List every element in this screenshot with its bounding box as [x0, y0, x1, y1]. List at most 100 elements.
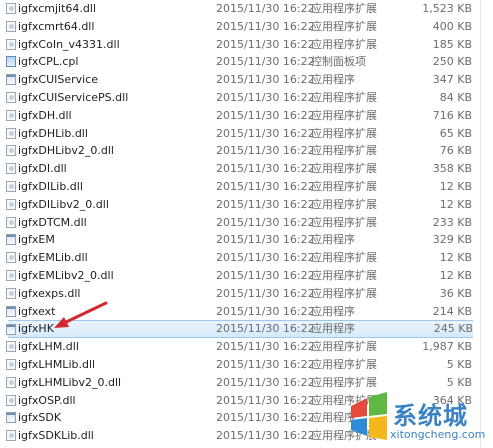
- file-row[interactable]: igfxcmjit64.dll 2015/11/30 16:22 应用程序扩展 1,5…: [0, 0, 493, 18]
- file-date: 2015/11/30 16:22: [216, 286, 315, 300]
- dll-file-icon: [6, 376, 16, 388]
- file-name: igfxOSP.dll: [18, 393, 76, 407]
- file-size: 84 KB: [439, 90, 472, 104]
- dll-file-icon: [6, 180, 16, 192]
- file-name: igfxLHM.dll: [18, 340, 79, 354]
- red-arrow-icon: [54, 301, 108, 328]
- file-row[interactable]: igfxCUIServicePS.dll 2015/11/30 16:22 应用程序…: [0, 89, 493, 107]
- dll-file-icon: [6, 358, 16, 370]
- file-row[interactable]: igfxDH.dll 2015/11/30 16:22 应用程序扩展 716 KB: [0, 107, 493, 125]
- file-size: 12 KB: [439, 179, 472, 193]
- file-row[interactable]: igfxEMLib.dll 2015/11/30 16:22 应用程序扩展 12 KB: [0, 249, 493, 267]
- dll-file-icon: [6, 109, 16, 121]
- file-type: 应用程序扩展: [311, 2, 377, 15]
- file-date: 2015/11/30 16:22: [216, 162, 315, 176]
- file-date: 2015/11/30 16:22: [216, 357, 315, 371]
- file-name: igfxEMLib.dll: [18, 251, 88, 265]
- watermark-url: xitongcheng.com: [390, 428, 486, 441]
- file-date: 2015/11/30 16:22: [216, 215, 315, 229]
- file-row[interactable]: igfxcmrt64.dll 2015/11/30 16:22 应用程序扩展 400 …: [0, 18, 493, 36]
- file-date: 2015/11/30 16:22: [216, 197, 315, 211]
- file-type: 应用程序扩展: [311, 215, 377, 229]
- file-type: 应用程序扩展: [311, 375, 377, 389]
- file-type: 应用程序扩展: [311, 179, 377, 193]
- file-date: 2015/11/30 16:22: [216, 304, 315, 318]
- file-name: igfxcmjit64.dll: [18, 2, 97, 15]
- file-row[interactable]: igfxDHLib.dll 2015/11/30 16:22 应用程序扩展 65 KB: [0, 125, 493, 143]
- column-divider: [480, 0, 481, 448]
- file-row[interactable]: igfxDTCM.dll 2015/11/30 16:22 应用程序扩展 233 KB: [0, 214, 493, 232]
- dll-file-icon: [6, 341, 16, 353]
- file-type: 应用程序扩展: [311, 126, 377, 140]
- file-type: 应用程序扩展: [311, 162, 377, 176]
- file-size: 5 KB: [446, 375, 472, 389]
- file-type: 应用程序扩展: [311, 251, 377, 265]
- site-watermark: 系统城 xitongcheng.com: [345, 390, 493, 448]
- dll-file-icon: [6, 216, 16, 228]
- file-size: 329 KB: [432, 233, 472, 247]
- dll-file-icon: [6, 430, 16, 442]
- file-row[interactable]: igfxDILib.dll 2015/11/30 16:22 应用程序扩展 12 KB: [0, 178, 493, 196]
- file-date: 2015/11/30 16:22: [216, 144, 315, 158]
- application-icon: [6, 234, 16, 246]
- file-list: igfxcmjit64.dll 2015/11/30 16:22 应用程序扩展 1,5…: [0, 0, 493, 445]
- file-row[interactable]: igfxDI.dll 2015/11/30 16:22 应用程序扩展 358 KB: [0, 160, 493, 178]
- watermark-text: 系统城: [393, 402, 468, 430]
- dll-file-icon: [6, 127, 16, 139]
- file-size: 76 KB: [439, 144, 472, 158]
- file-row[interactable]: igfxCPL.cpl 2015/11/30 16:22 控制面板项 250 KB: [0, 53, 493, 71]
- file-name: igfxSDKLib.dll: [18, 429, 94, 443]
- file-size: 400 KB: [432, 19, 472, 33]
- file-name: igfxCUIService: [18, 73, 99, 87]
- application-icon: [6, 74, 16, 86]
- file-date: 2015/11/30 16:22: [216, 375, 315, 389]
- application-icon: [6, 324, 16, 336]
- file-type: 应用程序扩展: [311, 268, 377, 282]
- dll-file-icon: [6, 91, 16, 103]
- file-date: 2015/11/30 16:22: [216, 393, 315, 407]
- file-name: igfxDTCM.dll: [18, 215, 87, 229]
- file-name: igfxLHMLib.dll: [18, 357, 96, 371]
- file-size: 185 KB: [432, 37, 472, 51]
- file-size: 1,987 KB: [422, 340, 472, 354]
- file-row[interactable]: igfxLHM.dll 2015/11/30 16:22 应用程序扩展 1,987 K…: [0, 338, 493, 356]
- file-name: igfxcmrt64.dll: [18, 19, 95, 33]
- file-name: igfxDHLibv2_0.dll: [18, 144, 114, 158]
- file-type: 应用程序扩展: [311, 144, 377, 158]
- file-name: igfxDHLib.dll: [18, 126, 88, 140]
- file-date: 2015/11/30 16:22: [216, 233, 315, 247]
- file-name: igfxDILib.dll: [18, 179, 83, 193]
- file-name: igfxCPL.cpl: [18, 55, 79, 69]
- file-date: 2015/11/30 16:22: [216, 108, 315, 122]
- file-date: 2015/11/30 16:22: [216, 55, 315, 69]
- file-type: 应用程序扩展: [311, 357, 377, 371]
- dll-file-icon: [6, 145, 16, 157]
- file-row[interactable]: igfxCUIService 2015/11/30 16:22 应用程序 347 KB: [0, 71, 493, 89]
- dll-file-icon: [6, 269, 16, 281]
- file-size: 36 KB: [439, 286, 472, 300]
- file-row[interactable]: igfxEMLibv2_0.dll 2015/11/30 16:22 应用程序扩展 1…: [0, 267, 493, 285]
- dll-file-icon: [6, 394, 16, 406]
- file-row[interactable]: igfxLHMLibv2_0.dll 2015/11/30 16:22 应用程序扩展…: [0, 374, 493, 392]
- file-type: 应用程序: [311, 304, 355, 318]
- file-name: igfxCoIn_v4331.dll: [18, 37, 120, 51]
- dll-file-icon: [6, 252, 16, 264]
- file-size: 716 KB: [432, 108, 472, 122]
- application-icon: [6, 412, 16, 424]
- file-type: 应用程序: [311, 233, 355, 247]
- file-row[interactable]: igfxDHLibv2_0.dll 2015/11/30 16:22 应用程序扩展 7…: [0, 142, 493, 160]
- file-date: 2015/11/30 16:22: [216, 429, 315, 443]
- file-date: 2015/11/30 16:22: [216, 73, 315, 87]
- file-name: igfxEMLibv2_0.dll: [18, 268, 114, 282]
- dll-file-icon: [6, 287, 16, 299]
- file-row[interactable]: igfxCoIn_v4331.dll 2015/11/30 16:22 应用程序扩展…: [0, 36, 493, 54]
- file-row[interactable]: igfxEM 2015/11/30 16:22 应用程序 329 KB: [0, 231, 493, 249]
- file-row[interactable]: igfxLHMLib.dll 2015/11/30 16:22 应用程序扩展 5 KB: [0, 356, 493, 374]
- dll-file-icon: [6, 38, 16, 50]
- file-name: igfxHK: [18, 322, 54, 336]
- file-date: 2015/11/30 16:22: [216, 37, 315, 51]
- control-panel-icon: [6, 56, 16, 68]
- file-type: 应用程序扩展: [311, 90, 377, 104]
- file-row[interactable]: igfxDILibv2_0.dll 2015/11/30 16:22 应用程序扩展 1…: [0, 196, 493, 214]
- file-type: 控制面板项: [311, 55, 366, 69]
